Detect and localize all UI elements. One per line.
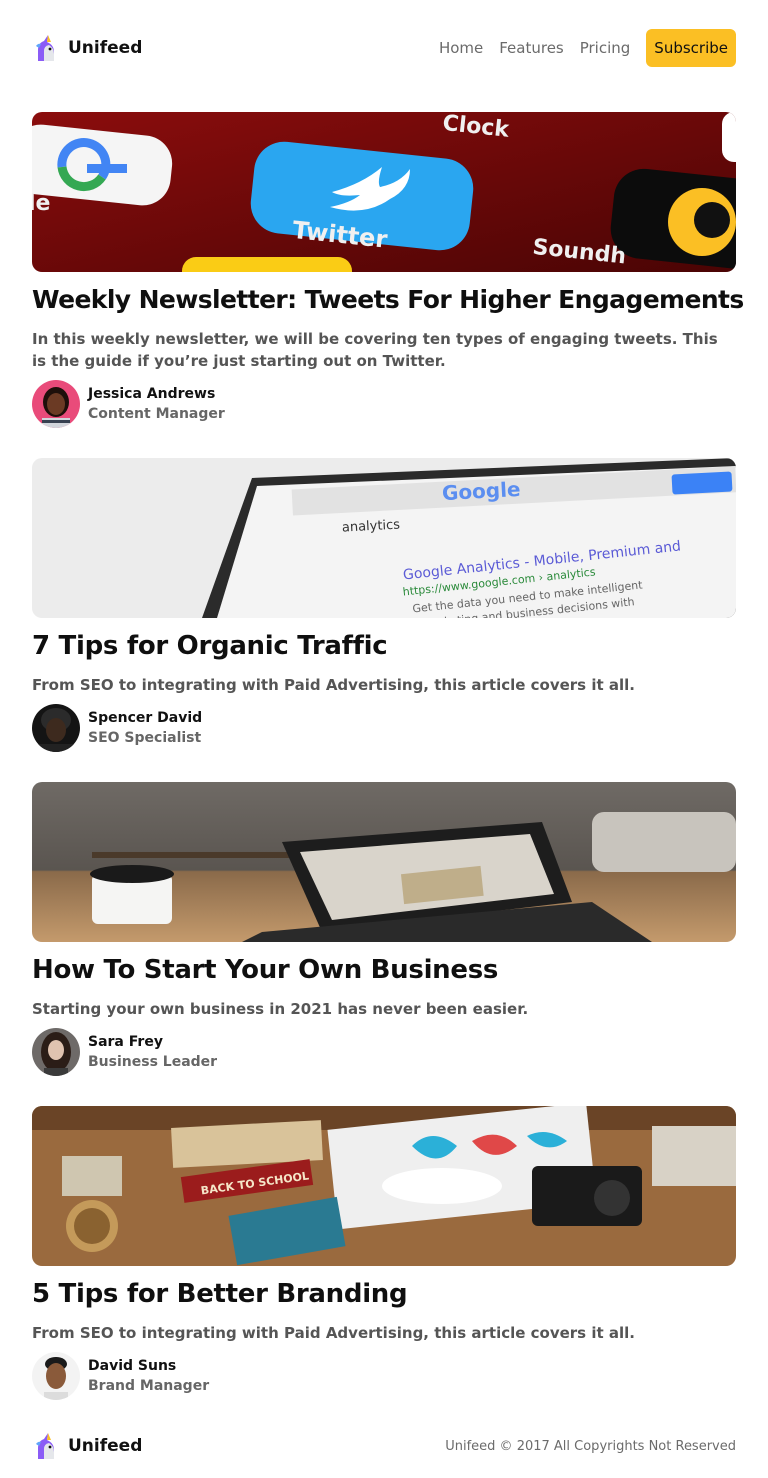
svg-text:le: le xyxy=(32,191,50,216)
avatar xyxy=(32,704,80,752)
svg-text:Google: Google xyxy=(441,477,521,505)
post-title[interactable]: How To Start Your Own Business xyxy=(32,954,736,986)
post-description: From SEO to integrating with Paid Advert… xyxy=(32,1324,635,1342)
author-role: Content Manager xyxy=(88,406,225,422)
post-description: Starting your own business in 2021 has n… xyxy=(32,1000,529,1018)
post-description: In this weekly newsletter, we will be co… xyxy=(32,330,718,370)
author: Jessica Andrews Content Manager xyxy=(32,380,736,428)
unicorn-icon xyxy=(36,35,54,61)
svg-text:analytics: analytics xyxy=(342,518,401,536)
author-name: David Suns xyxy=(88,1358,177,1374)
site-header: Unifeed Home Features Pricing Subscribe xyxy=(32,29,736,67)
laptop-desk-image xyxy=(32,782,736,942)
author: Sara Frey Business Leader xyxy=(32,1028,736,1076)
author-name: Spencer David xyxy=(88,710,203,726)
author: Spencer David SEO Specialist xyxy=(32,704,736,752)
avatar xyxy=(32,380,80,428)
nav-pricing[interactable]: Pricing xyxy=(580,39,631,57)
author-role: SEO Specialist xyxy=(88,730,202,746)
post-card[interactable]: How To Start Your Own Business Starting … xyxy=(32,782,736,1076)
author-name: Jessica Andrews xyxy=(88,386,216,402)
author-role: Brand Manager xyxy=(88,1378,210,1394)
post-title[interactable]: 5 Tips for Better Branding xyxy=(32,1278,736,1310)
post-image[interactable]: Google analytics Google Analytics - Mobi… xyxy=(32,458,736,618)
nav-features[interactable]: Features xyxy=(499,39,564,57)
author-name: Sara Frey xyxy=(88,1034,163,1050)
site-footer: Unifeed Unifeed © 2017 All Copyrights No… xyxy=(32,1430,736,1462)
post-image[interactable]: Twitter Clock le Soundh xyxy=(32,112,736,272)
author: David Suns Brand Manager xyxy=(32,1352,736,1400)
google-analytics-image: Google analytics Google Analytics - Mobi… xyxy=(32,458,736,618)
post-image[interactable]: BACK TO SCHOOL xyxy=(32,1106,736,1266)
post-title[interactable]: 7 Tips for Organic Traffic xyxy=(32,630,736,662)
post-card[interactable]: BACK TO SCHOOL 5 Tips for Better Brandin… xyxy=(32,1106,736,1400)
post-card[interactable]: Google analytics Google Analytics - Mobi… xyxy=(32,458,736,752)
brand-name: Unifeed xyxy=(68,38,143,58)
author-role: Business Leader xyxy=(88,1054,218,1070)
post-title[interactable]: Weekly Newsletter: Tweets For Higher Eng… xyxy=(32,284,744,316)
avatar xyxy=(32,1028,80,1076)
subscribe-button[interactable]: Subscribe xyxy=(646,29,736,67)
footer-brand-name: Unifeed xyxy=(68,1436,143,1456)
nav-home[interactable]: Home xyxy=(439,39,483,57)
unicorn-icon xyxy=(36,1433,54,1459)
brand[interactable]: Unifeed xyxy=(32,34,142,62)
avatar xyxy=(32,1352,80,1400)
post-description: From SEO to integrating with Paid Advert… xyxy=(32,676,635,694)
copyright-text: Unifeed © 2017 All Copyrights Not Reserv… xyxy=(445,1438,736,1454)
branding-desk-image: BACK TO SCHOOL xyxy=(32,1106,736,1266)
post-image[interactable] xyxy=(32,782,736,942)
footer-brand[interactable]: Unifeed xyxy=(32,1432,142,1460)
main-nav: Home Features Pricing Subscribe xyxy=(439,29,736,67)
twitter-apps-image: Twitter Clock le Soundh xyxy=(32,112,736,272)
post-card[interactable]: Twitter Clock le Soundh Weekly Newslette… xyxy=(32,112,744,428)
